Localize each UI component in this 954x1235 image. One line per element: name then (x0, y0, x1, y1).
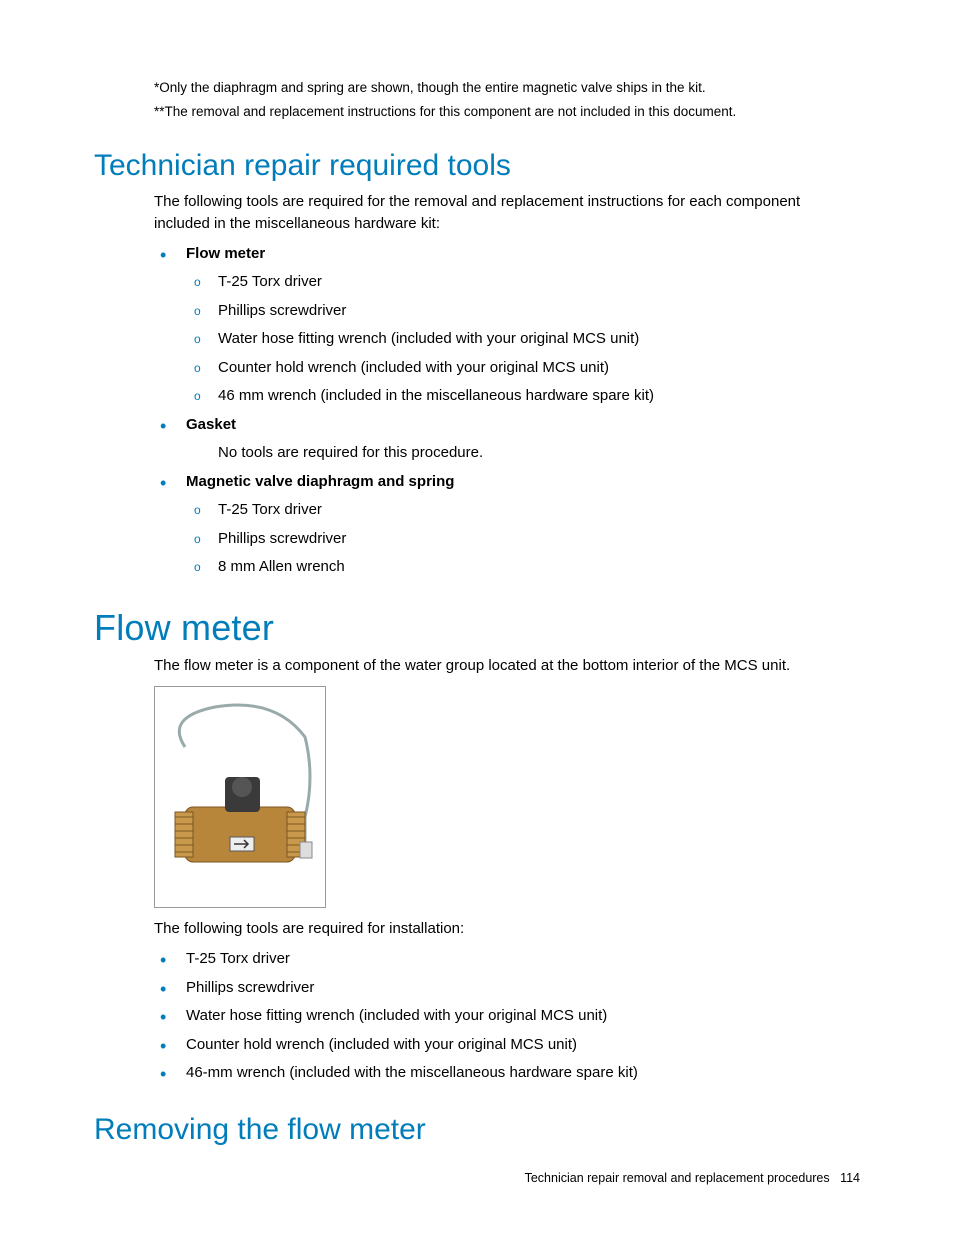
install-tools-list: T-25 Torx driver Phillips screwdriver Wa… (154, 948, 860, 1085)
footnote-1: *Only the diaphragm and spring are shown… (154, 78, 860, 98)
section-title-tools: Technician repair required tools (94, 149, 860, 183)
footer-text: Technician repair removal and replacemen… (525, 1171, 830, 1185)
list-item: T-25 Torx driver (154, 948, 860, 971)
section-title-flow-meter: Flow meter (94, 607, 860, 649)
item-text: No tools are required for this procedure… (218, 442, 860, 465)
sub-list-item: Phillips screwdriver (186, 300, 860, 323)
list-item: Phillips screwdriver (154, 977, 860, 1000)
section2-intro: The flow meter is a component of the wat… (154, 655, 860, 677)
sub-list-item: 46 mm wrench (included in the miscellane… (186, 385, 860, 408)
section2-tools-intro: The following tools are required for ins… (154, 918, 860, 940)
sub-list-item: 8 mm Allen wrench (186, 556, 860, 579)
flow-meter-figure (154, 686, 326, 908)
tools-list: Flow meter T-25 Torx driver Phillips scr… (154, 243, 860, 579)
list-item: Water hose fitting wrench (included with… (154, 1005, 860, 1028)
sub-list-item: T-25 Torx driver (186, 271, 860, 294)
section-title-removing: Removing the flow meter (94, 1113, 860, 1147)
footnote-2: **The removal and replacement instructio… (154, 102, 860, 122)
list-item: Gasket No tools are required for this pr… (154, 414, 860, 465)
flow-meter-icon (155, 687, 325, 907)
item-label: Flow meter (186, 245, 265, 262)
sub-list-item: Phillips screwdriver (186, 528, 860, 551)
list-item: 46-mm wrench (included with the miscella… (154, 1062, 860, 1085)
sub-list-item: Counter hold wrench (included with your … (186, 357, 860, 380)
list-item: Counter hold wrench (included with your … (154, 1034, 860, 1057)
sub-list-item: Water hose fitting wrench (included with… (186, 328, 860, 351)
item-label: Gasket (186, 416, 236, 433)
list-item: Magnetic valve diaphragm and spring T-25… (154, 471, 860, 579)
sub-list-item: T-25 Torx driver (186, 499, 860, 522)
item-label: Magnetic valve diaphragm and spring (186, 473, 454, 490)
section1-intro: The following tools are required for the… (154, 191, 860, 235)
footer-page-number: 114 (840, 1171, 860, 1185)
page-footer: Technician repair removal and replacemen… (525, 1171, 860, 1185)
list-item: Flow meter T-25 Torx driver Phillips scr… (154, 243, 860, 408)
